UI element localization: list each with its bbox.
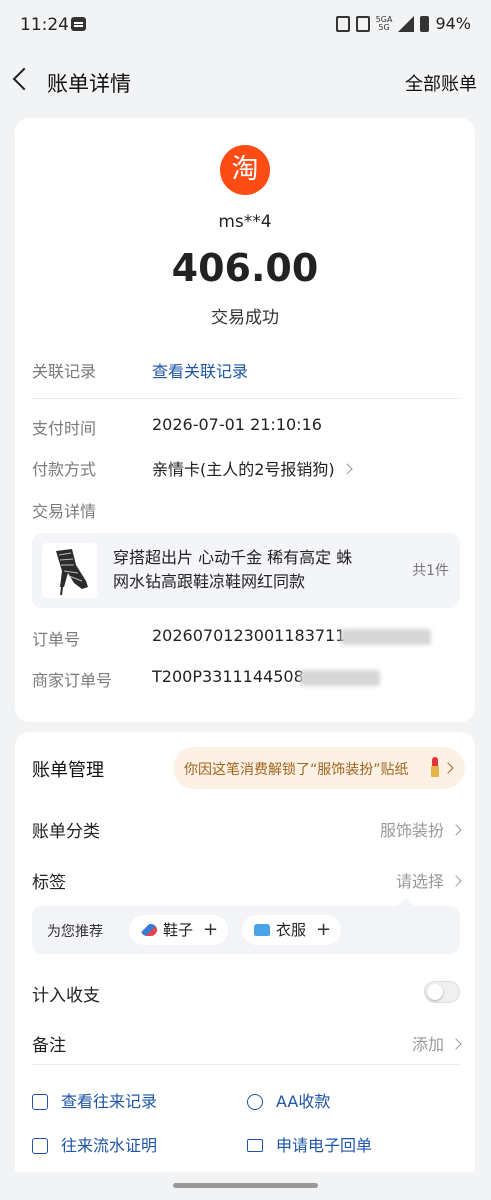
divider	[32, 398, 460, 399]
network-type-bottom: 5G	[378, 22, 390, 32]
pay-method-value-wrap: 亲情卡(主人的2号报销狗)	[152, 456, 353, 480]
order-number-value-wrap: 2026070123001183711	[152, 626, 432, 645]
pay-time-label: 支付时间	[32, 419, 97, 438]
chevron-right-icon	[450, 875, 462, 887]
bill-management-card: 账单管理 你因这笔消费解锁了“服饰装扮”贴纸 账单分类 服饰装扮 标签 请选择 …	[15, 732, 475, 1172]
trade-detail-label: 交易详情	[32, 502, 97, 521]
status-right: 5GA 5G 94%	[335, 14, 471, 33]
order-number-row: 订单号 2026070123001183711	[32, 626, 457, 656]
income-expense-toggle[interactable]	[424, 981, 460, 1003]
chevron-right-icon	[442, 762, 454, 774]
note-row[interactable]: 备注 添加	[32, 1031, 462, 1061]
message-notification-icon	[71, 17, 86, 31]
nfc-icon	[355, 15, 370, 32]
merchant-order-value-wrap: T200P3311144508	[152, 667, 380, 686]
product-count: 共1件	[412, 563, 449, 579]
signal-icon	[398, 15, 415, 32]
e-receipt-action[interactable]: 申请电子回单	[247, 1132, 372, 1156]
chevron-right-icon	[341, 463, 353, 475]
note-value-wrap: 添加	[411, 1031, 462, 1055]
page-title: 账单详情	[47, 72, 131, 96]
redacted-area	[341, 628, 432, 645]
note-label: 备注	[32, 1036, 66, 1056]
tag-recommendations: 为您推荐 鞋子 + 衣服 +	[32, 898, 460, 954]
merchant-order-value: T200P3311144508	[152, 667, 304, 686]
product-thumbnail	[42, 543, 97, 598]
chevron-right-icon	[450, 1038, 462, 1050]
search-record-icon	[32, 1093, 48, 1110]
aa-collect-label: AA收款	[276, 1092, 331, 1111]
redacted-area	[299, 669, 380, 686]
tag-value: 请选择	[395, 872, 444, 891]
bill-management-title: 账单管理	[32, 760, 104, 781]
high-heel-shoe-icon	[56, 549, 88, 596]
home-indicator[interactable]	[173, 1183, 318, 1188]
bill-category-value: 服饰装扮	[379, 821, 444, 840]
tag-chip-clothes[interactable]: 衣服 +	[242, 915, 342, 945]
product-item[interactable]: 穿搭超出片 心动千金 稀有高定 蛛网水钻高跟鞋凉鞋网红同款 共1件	[32, 533, 460, 608]
chevron-right-icon	[450, 824, 462, 836]
battery-icon	[420, 15, 430, 32]
pay-time-value: 2026-07-01 21:10:16	[152, 415, 322, 434]
recommend-label: 为您推荐	[47, 924, 103, 940]
order-number-value: 2026070123001183711	[152, 626, 346, 645]
battery-percent: 94%	[435, 14, 471, 33]
sticker-banner-text: 你因这笔消费解锁了“服饰装扮”贴纸	[184, 762, 409, 778]
view-records-label: 查看往来记录	[61, 1092, 158, 1111]
merchant-order-label: 商家订单号	[32, 671, 113, 690]
vibrate-icon	[335, 15, 350, 32]
income-expense-row: 计入收支	[32, 981, 460, 1011]
lipstick-icon	[431, 757, 439, 777]
transaction-proof-label: 往来流水证明	[61, 1136, 158, 1155]
product-name: 穿搭超出片 心动千金 稀有高定 蛛网水钻高跟鞋凉鞋网红同款	[113, 548, 353, 591]
taobao-logo-icon: 淘	[220, 145, 270, 195]
aa-collect-action[interactable]: AA收款	[247, 1088, 330, 1112]
related-record-row: 关联记录 查看关联记录	[32, 358, 457, 388]
nav-bar: 账单详情 全部账单	[0, 52, 491, 110]
trade-detail-row: 交易详情	[32, 498, 457, 528]
order-number-label: 订单号	[32, 630, 81, 649]
mail-icon	[247, 1139, 263, 1152]
transaction-status: 交易成功	[211, 308, 279, 328]
plus-icon: +	[203, 919, 219, 940]
pay-method-value: 亲情卡(主人的2号报销狗)	[152, 460, 335, 479]
transaction-proof-action[interactable]: 往来流水证明	[32, 1132, 157, 1156]
tag-value-wrap: 请选择	[395, 868, 462, 892]
sticker-unlock-banner[interactable]: 你因这笔消费解锁了“服饰装扮”贴纸	[173, 747, 465, 789]
merchant-order-row: 商家订单号 T200P3311144508	[32, 667, 457, 697]
tag-chip-label: 鞋子	[163, 921, 194, 939]
e-receipt-label: 申请电子回单	[276, 1136, 373, 1155]
transaction-card: 淘 ms**4 406.00 交易成功 关联记录 查看关联记录 支付时间 202…	[15, 118, 475, 722]
income-expense-label: 计入收支	[32, 986, 100, 1006]
pay-method-label: 付款方式	[32, 460, 97, 479]
note-value: 添加	[411, 1035, 444, 1054]
transaction-amount: 406.00	[171, 246, 319, 290]
view-records-action[interactable]: 查看往来记录	[32, 1088, 157, 1112]
merchant-name: ms**4	[218, 212, 272, 232]
back-arrow-icon[interactable]	[12, 67, 36, 91]
bill-category-label: 账单分类	[32, 822, 100, 842]
pay-time-row: 支付时间 2026-07-01 21:10:16	[32, 415, 457, 445]
tag-chip-label: 衣服	[276, 921, 307, 939]
document-icon	[32, 1137, 48, 1154]
bill-category-value-wrap: 服饰装扮	[379, 817, 462, 841]
plus-icon: +	[316, 919, 332, 940]
tag-label: 标签	[32, 873, 66, 893]
all-bills-link[interactable]: 全部账单	[405, 70, 477, 96]
tag-row[interactable]: 标签 请选择	[32, 868, 462, 898]
view-related-record-link[interactable]: 查看关联记录	[152, 358, 248, 382]
network-type: 5GA 5G	[376, 15, 393, 32]
status-bar: 11:24 5GA 5G 94%	[0, 0, 491, 52]
related-record-label: 关联记录	[32, 362, 97, 381]
tag-chip-shoes[interactable]: 鞋子 +	[129, 915, 229, 945]
shoe-icon	[141, 923, 157, 936]
pay-method-row[interactable]: 付款方式 亲情卡(主人的2号报销狗)	[32, 456, 457, 486]
shirt-icon	[254, 923, 270, 936]
divider	[32, 1064, 460, 1065]
aa-icon	[247, 1093, 263, 1110]
bill-category-row[interactable]: 账单分类 服饰装扮	[32, 817, 462, 847]
status-time: 11:24	[20, 15, 69, 35]
